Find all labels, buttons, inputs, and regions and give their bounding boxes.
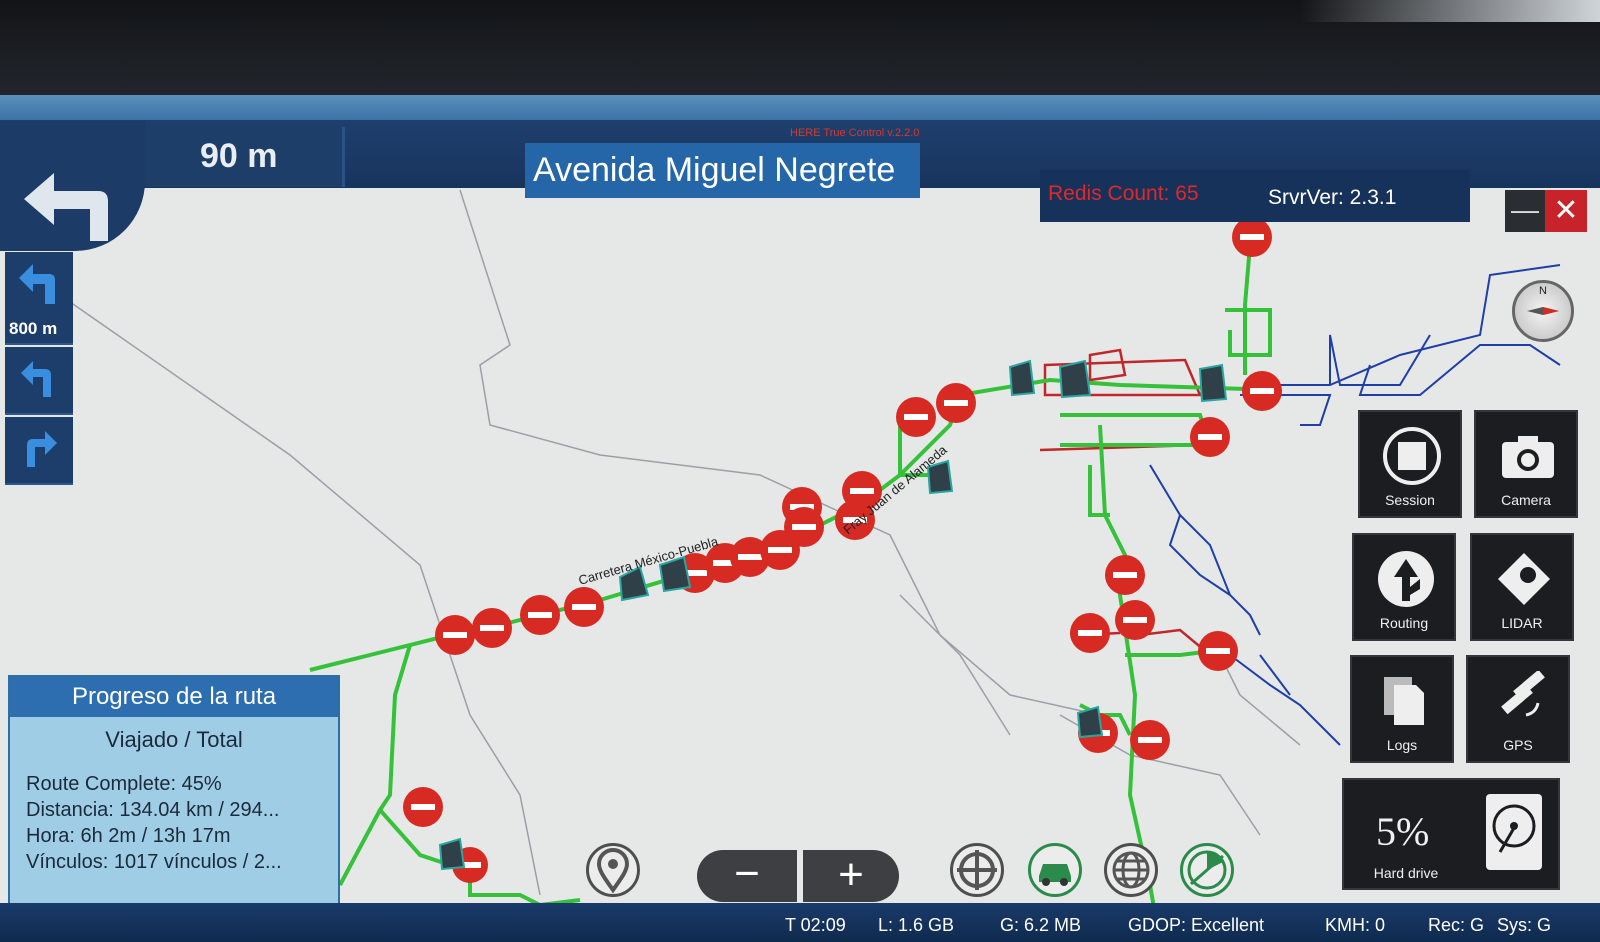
no-entry-pin[interactable] [1232, 217, 1272, 257]
status-gdop: GDOP: Excellent [1128, 915, 1265, 935]
turn-list-item-1[interactable]: 800 m [5, 252, 73, 345]
status-rec: Rec: G [1428, 915, 1485, 935]
no-entry-pin[interactable] [1242, 371, 1282, 411]
no-entry-pin[interactable] [1198, 631, 1238, 671]
camera-label: Camera [1501, 492, 1551, 508]
vehicle-marker[interactable] [1198, 363, 1228, 403]
no-entry-pin[interactable] [936, 383, 976, 423]
logs-icon [1384, 677, 1424, 725]
street-name-box: Avenida Miguel Negrete [525, 143, 920, 198]
no-entry-pin[interactable] [435, 615, 475, 655]
hard-drive-icon [1486, 794, 1542, 870]
session-label: Session [1385, 492, 1435, 508]
route-progress-panel: Progreso de la ruta Viajado / Total Rout… [8, 675, 340, 920]
turn-distance: 90 m [200, 137, 278, 175]
vehicle-marker[interactable] [438, 837, 466, 871]
no-entry-pin[interactable] [520, 595, 560, 635]
turn-list-item-3[interactable] [5, 417, 73, 485]
routing-icon [1378, 551, 1434, 607]
turn-left-icon [21, 361, 51, 397]
location-pin-button[interactable] [586, 843, 640, 897]
server-status-box: Redis Count: 65 SrvrVer: 2.3.1 [1040, 170, 1470, 222]
no-entry-pin[interactable] [1115, 600, 1155, 640]
turn-distance-box: 90 m [145, 127, 345, 187]
status-speed: KMH: 0 [1325, 915, 1386, 935]
no-entry-pin[interactable] [1105, 555, 1145, 595]
status-time: T 02:09 [785, 915, 846, 935]
hard-drive-percent: 5% [1376, 809, 1430, 854]
logs-button[interactable]: Logs [1350, 655, 1454, 763]
car-follow-button[interactable] [1028, 843, 1082, 897]
globe-button[interactable] [1104, 843, 1158, 897]
turn-list-distance: 800 m [9, 319, 58, 338]
close-button[interactable]: ✕ [1545, 190, 1587, 232]
vehicle-marker[interactable] [1008, 359, 1036, 397]
vehicle-marker[interactable] [1058, 359, 1092, 399]
route-links: Vínculos: 1017 vínculos / 2... [26, 851, 282, 873]
status-local-storage: L: 1.6 GB [878, 915, 955, 935]
route-time: Hora: 6h 2m / 13h 17m [26, 825, 231, 847]
car-icon [1039, 864, 1071, 886]
current-street: Avenida Miguel Negrete [533, 151, 896, 189]
globe-icon [1112, 851, 1150, 889]
zoom-in-button[interactable]: + [803, 850, 899, 902]
route-distance: Distancia: 134.04 km / 294... [26, 799, 280, 821]
lidar-icon [1498, 553, 1550, 605]
turn-left-icon [24, 173, 108, 241]
no-entry-pin[interactable] [784, 507, 824, 547]
app-version: HERE True Control v.2.2.0 [790, 127, 920, 139]
no-entry-pin[interactable] [403, 787, 443, 827]
no-entry-pin[interactable] [1130, 720, 1170, 760]
server-version: SrvrVer: 2.3.1 [1268, 186, 1397, 209]
camera-button[interactable]: Camera [1474, 410, 1578, 518]
no-entry-pin[interactable] [1070, 613, 1110, 653]
redis-count: Redis Count: 65 [1048, 182, 1199, 205]
vehicle-marker[interactable] [1076, 705, 1104, 739]
radar-icon [1187, 850, 1227, 890]
turn-right-icon [27, 431, 57, 467]
route-progress-title: Progreso de la ruta [10, 677, 338, 717]
lidar-label: LIDAR [1501, 615, 1543, 631]
monitor-glare [1300, 0, 1600, 22]
status-sys: Sys: G [1497, 915, 1552, 935]
crosshair-button[interactable] [950, 843, 1004, 897]
camera-icon [1502, 436, 1554, 478]
minimize-button[interactable]: — [1505, 190, 1545, 232]
session-stop-icon [1383, 427, 1441, 485]
gps-label: GPS [1503, 737, 1533, 753]
route-complete: Route Complete: 45% [26, 773, 222, 795]
hard-drive-button[interactable]: 5% Hard drive [1342, 778, 1560, 890]
lidar-button[interactable]: LIDAR [1470, 533, 1574, 641]
hard-drive-label: Hard drive [1373, 865, 1439, 881]
routing-label: Routing [1379, 615, 1429, 631]
no-entry-pin[interactable] [1190, 417, 1230, 457]
turn-list-item-2[interactable] [5, 347, 73, 415]
next-turn-panel [0, 121, 145, 251]
session-button[interactable]: Session [1358, 410, 1462, 518]
no-entry-pin[interactable] [564, 587, 604, 627]
radar-button[interactable] [1180, 843, 1234, 897]
routing-button[interactable]: Routing [1352, 533, 1456, 641]
status-gps-storage: G: 6.2 MB [1000, 915, 1082, 935]
no-entry-pin[interactable] [472, 608, 512, 648]
app-screen: Carretera México-Puebla Fray Juan de Ala… [0, 95, 1600, 942]
gps-button[interactable]: GPS [1466, 655, 1570, 763]
location-pin-icon [596, 848, 630, 894]
satellite-icon [1501, 671, 1545, 717]
turn-left-icon [19, 264, 55, 304]
zoom-out-button[interactable]: − [697, 850, 797, 902]
logs-label: Logs [1386, 737, 1418, 753]
header-strip [0, 95, 1600, 120]
no-entry-pin[interactable] [896, 397, 936, 437]
compass-north-label: N [1539, 285, 1547, 297]
route-progress-subtitle: Viajado / Total [105, 727, 243, 752]
crosshair-icon [957, 850, 997, 890]
compass-icon[interactable]: N [1512, 280, 1574, 342]
